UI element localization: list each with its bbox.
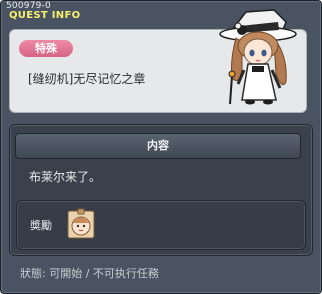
reward-panel [16, 200, 306, 250]
quest-status: 狀態: 可開始 / 不可执行任務 [20, 267, 159, 280]
window-title: QUEST INFO [9, 10, 81, 21]
category-badge: 特殊 [19, 40, 73, 57]
npc-lady-portrait-icon [212, 8, 310, 108]
reward-label: 奬勵 [30, 219, 52, 232]
quest-name: [缝纫机]无尽记忆之章 [28, 72, 146, 86]
content-header: 内容 [15, 133, 301, 159]
face-doll-icon[interactable] [65, 208, 97, 240]
quest-description: 布莱尔来了。 [29, 170, 102, 184]
